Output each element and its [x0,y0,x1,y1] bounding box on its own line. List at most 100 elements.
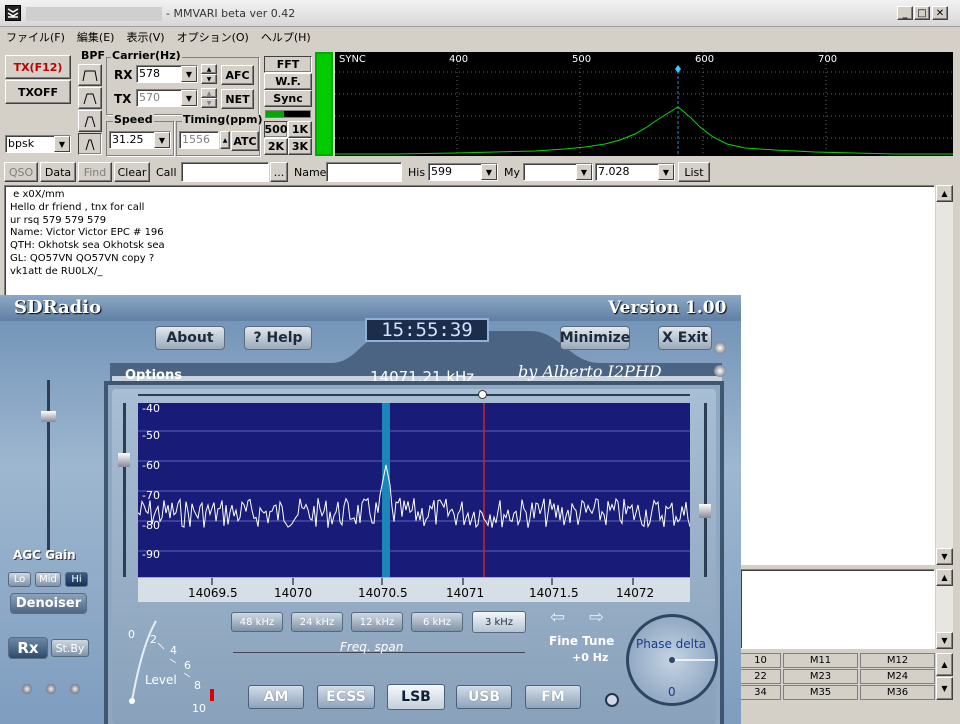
fft-button[interactable]: FFT [264,56,312,73]
call-input[interactable] [181,162,269,182]
tx-carrier-select[interactable]: 570 ▼ [136,89,198,107]
memory-button[interactable]: 22 [740,669,781,684]
squelch-bar[interactable] [315,52,333,156]
qso-button[interactable]: QSO [4,162,38,182]
memory-button[interactable]: M36 [860,685,935,700]
menu-edit[interactable]: 編集(E) [77,29,115,45]
agc-slider-track[interactable] [47,380,50,550]
range-thumb[interactable] [699,504,711,518]
memory-button[interactable]: M11 [783,653,858,668]
menu-help[interactable]: ヘルプ(H) [261,29,311,45]
agc-lo-button[interactable]: Lo [8,572,31,587]
find-button[interactable]: Find [78,162,112,182]
bpf-very-narrow-button[interactable] [78,133,102,155]
spectrum-display[interactable]: SYNC 400 500 600 700 [335,52,953,156]
span-3k-button[interactable]: 3K [288,138,312,155]
chevron-down-icon[interactable]: ▼ [154,132,170,148]
bpf-wide-button[interactable] [78,64,102,86]
spectrum-offset-track[interactable] [138,394,690,396]
agc-hi-button[interactable]: Hi [65,572,88,587]
scroll-down-arrow[interactable]: ▼ [936,632,953,649]
sync-button[interactable]: Sync [264,90,312,107]
clear-button[interactable]: Clear [114,162,150,182]
agc-slider-thumb[interactable] [41,411,56,422]
mode-am-button[interactable]: AM [248,685,304,709]
bpf-narrow-button[interactable] [78,110,102,132]
range-track[interactable] [704,403,707,577]
tx-text-area[interactable] [740,569,935,649]
txoff-button[interactable]: TXOFF [5,80,71,104]
chevron-down-icon[interactable]: ▼ [658,164,674,180]
chevron-down-icon[interactable]: ▼ [576,164,592,180]
minimize-window-button[interactable]: _ [897,6,913,20]
menu-options[interactable]: オプション(O) [177,29,249,45]
rx-scrollbar[interactable]: ▲ ▼ [936,185,953,565]
frequency-select[interactable]: 7.028 ▼ [595,163,675,181]
tx-scrollbar[interactable]: ▲ ▼ [936,569,953,649]
rx-spin-down[interactable]: ▼ [201,74,217,84]
mode-select[interactable]: bpsk ▼ [5,135,71,153]
memory-button[interactable]: M12 [860,653,935,668]
span-3khz-button[interactable]: 3 kHz [472,611,526,633]
mode-usb-button[interactable]: USB [456,685,512,709]
header-knob[interactable] [714,342,726,354]
timing-spin[interactable]: ▲ [220,131,230,149]
scroll-down-arrow[interactable]: ▼ [936,548,953,565]
his-rst-select[interactable]: 599 ▼ [428,163,498,181]
ref-level-thumb[interactable] [118,453,130,467]
close-window-button[interactable]: ✕ [932,6,948,20]
speed-select[interactable]: 31.25 ▼ [109,131,171,149]
about-button[interactable]: About [155,326,225,350]
rf-spectrum-plot[interactable] [138,403,690,577]
chevron-down-icon[interactable]: ▼ [481,164,497,180]
timing-field[interactable]: 1556 [179,131,219,149]
span-6khz-button[interactable]: 6 kHz [411,612,463,632]
tx-spin-down[interactable]: ▼ [201,98,217,108]
maximize-window-button[interactable]: □ [914,6,930,20]
app-icon[interactable] [5,5,21,21]
memory-button[interactable]: M35 [783,685,858,700]
data-button[interactable]: Data [40,162,76,182]
menu-file[interactable]: ファイル(F) [6,29,65,45]
span-48khz-button[interactable]: 48 kHz [231,612,283,632]
memory-button[interactable]: M23 [783,669,858,684]
sdr-minimize-button[interactable]: Minimize [560,326,630,350]
mode-ecss-button[interactable]: ECSS [317,685,375,709]
help-button[interactable]: ? Help [244,326,312,350]
mode-lsb-button[interactable]: LSB [387,684,445,710]
name-input[interactable] [326,162,402,182]
sdr-exit-button[interactable]: X Exit [658,326,712,350]
span-24khz-button[interactable]: 24 kHz [291,612,343,632]
power-icon[interactable] [605,693,619,707]
tx-button[interactable]: TX(F12) [5,55,71,79]
afc-button[interactable]: AFC [221,65,254,85]
chevron-down-icon[interactable]: ▼ [181,90,197,106]
waterfall-button[interactable]: W.F. [264,73,312,90]
header-knob[interactable] [714,365,726,377]
agc-mid-button[interactable]: Mid [35,572,61,587]
ref-level-track[interactable] [123,403,126,577]
span-12khz-button[interactable]: 12 kHz [351,612,403,632]
memory-button[interactable]: 34 [740,685,781,700]
my-rst-select[interactable]: ▼ [523,163,593,181]
span-2k-button[interactable]: 2K [264,138,288,155]
fine-tune-right-icon[interactable]: ⇨ [589,609,604,627]
span-1k-button[interactable]: 1K [288,121,312,138]
spectrum-offset-thumb[interactable] [478,390,487,399]
rx-carrier-select[interactable]: 578 ▼ [136,65,198,83]
scroll-up-arrow[interactable]: ▲ [936,569,953,586]
denoiser-button[interactable]: Denoiser [10,593,87,614]
memory-scroll-down[interactable]: ▼ [936,677,953,700]
rx-spin-up[interactable]: ▲ [201,64,217,74]
mode-fm-button[interactable]: FM [525,685,581,709]
call-lookup-button[interactable]: ... [270,162,288,182]
net-button[interactable]: NET [221,89,254,109]
span-500-button[interactable]: 500 [264,121,288,138]
standby-button[interactable]: St.By [51,639,89,657]
tx-spin-up[interactable]: ▲ [201,88,217,98]
chevron-down-icon[interactable]: ▼ [181,66,197,82]
menu-view[interactable]: 表示(V) [126,29,164,45]
bpf-medium-button[interactable] [78,87,102,109]
memory-button[interactable]: M24 [860,669,935,684]
chevron-down-icon[interactable]: ▼ [54,136,70,152]
